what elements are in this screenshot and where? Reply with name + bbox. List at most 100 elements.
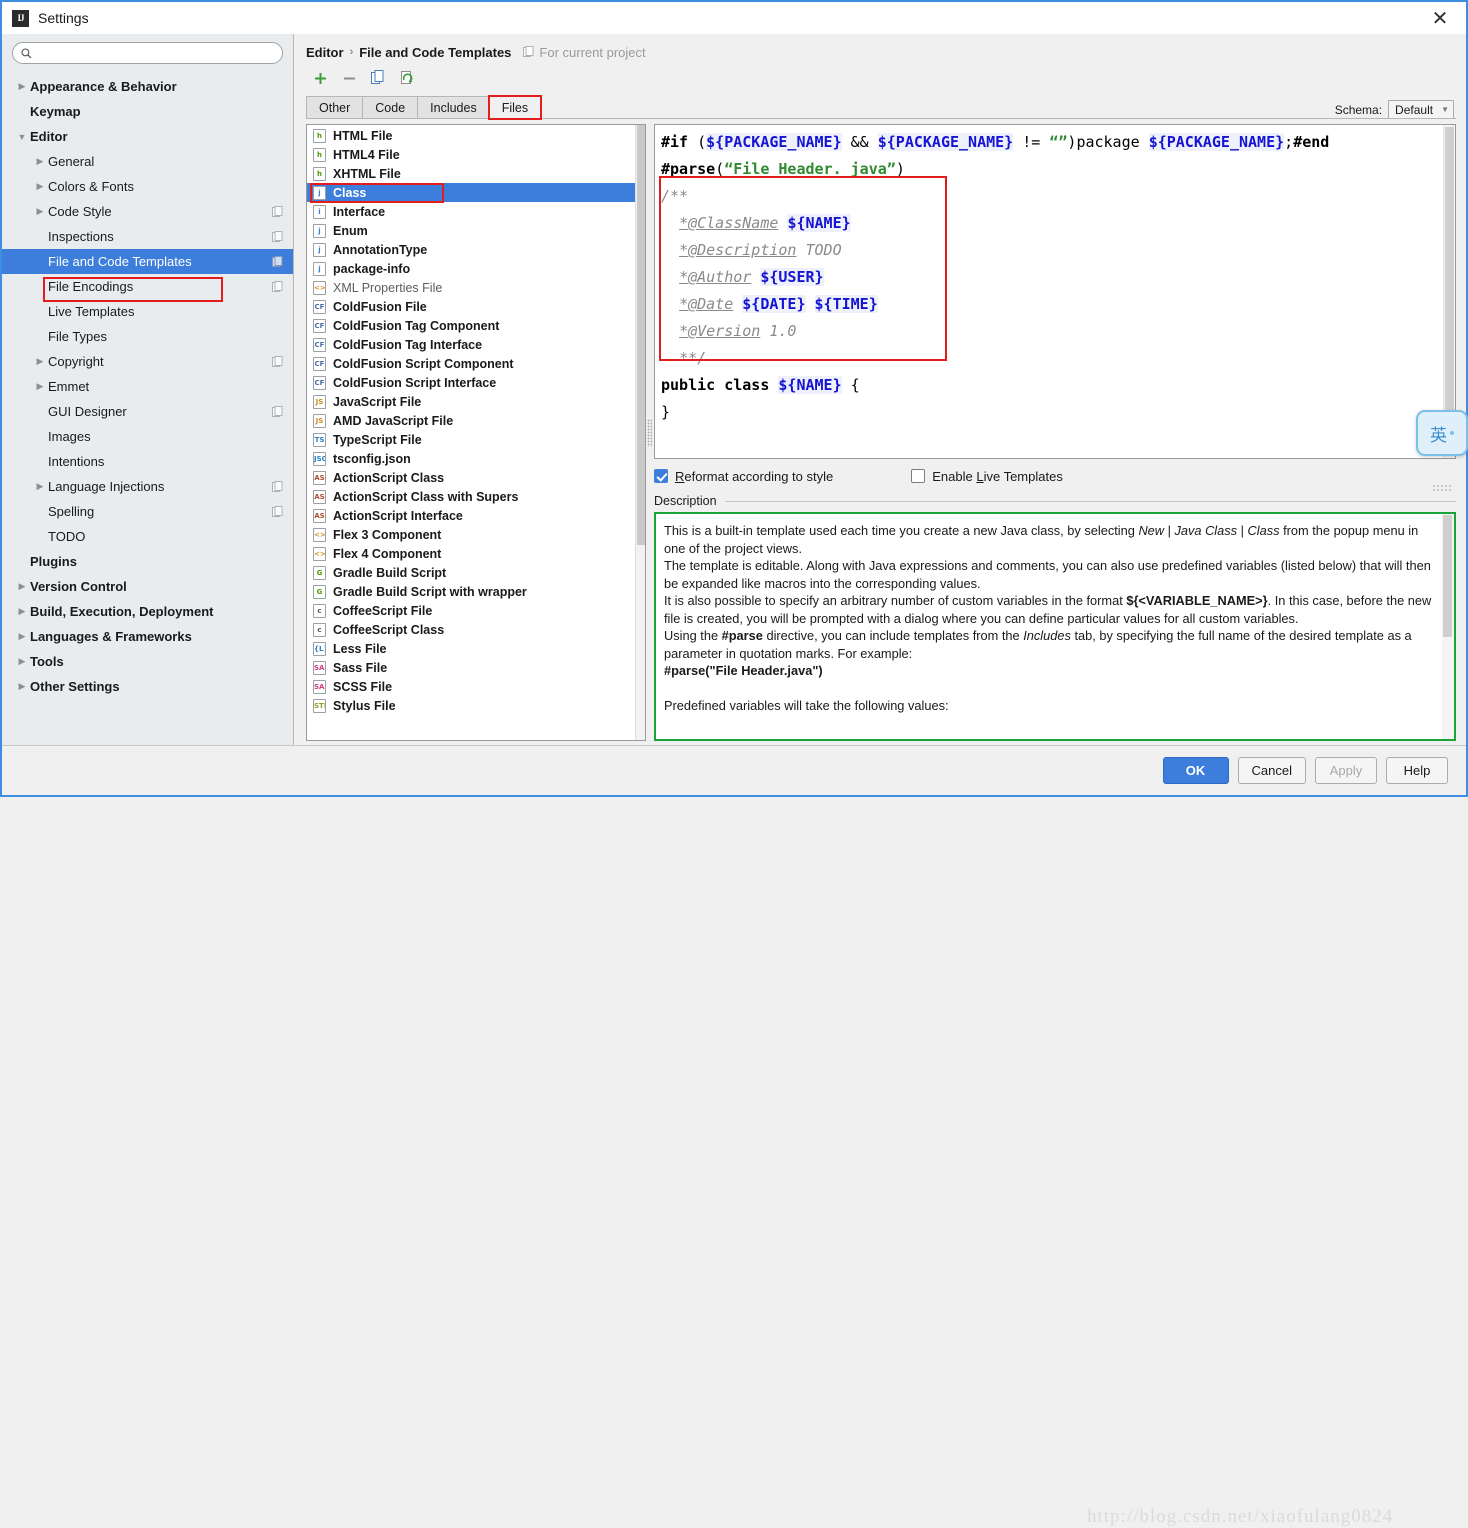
editor-scrollbar[interactable] [1443, 125, 1455, 458]
chevron-right-icon[interactable]: ▶ [14, 581, 30, 592]
sidebar-item-plugins[interactable]: Plugins [2, 549, 293, 574]
breadcrumb-parent[interactable]: Editor [306, 45, 344, 60]
file-template-row[interactable]: <> Flex 4 Component [307, 544, 635, 563]
sidebar-item-build-execution-deployment[interactable]: ▶ Build, Execution, Deployment [2, 599, 293, 624]
sidebar-item-colors-fonts[interactable]: ▶ Colors & Fonts [2, 174, 293, 199]
reset-template-button[interactable] [399, 70, 416, 87]
file-template-row[interactable]: JSON tsconfig.json [307, 449, 635, 468]
file-template-row[interactable]: i Interface [307, 202, 635, 221]
file-template-row[interactable]: SASS Sass File [307, 658, 635, 677]
chevron-right-icon[interactable]: ▶ [32, 206, 48, 217]
file-template-row[interactable]: j package-info [307, 259, 635, 278]
chevron-right-icon[interactable]: ▶ [32, 156, 48, 167]
chevron-right-icon[interactable]: ▶ [14, 631, 30, 642]
file-template-row[interactable]: SASS SCSS File [307, 677, 635, 696]
file-list-scrollbar[interactable] [635, 125, 645, 740]
description-scrollbar[interactable] [1442, 514, 1454, 739]
sidebar-item-images[interactable]: Images [2, 424, 293, 449]
file-template-row[interactable]: JS JavaScript File [307, 392, 635, 411]
file-template-row[interactable]: {L} Less File [307, 639, 635, 658]
sidebar-item-language-injections[interactable]: ▶ Language Injections [2, 474, 293, 499]
sidebar-item-version-control[interactable]: ▶ Version Control [2, 574, 293, 599]
chevron-right-icon[interactable]: ▶ [32, 481, 48, 492]
editor-scrollbar-thumb[interactable] [1445, 127, 1454, 427]
ok-button[interactable]: OK [1162, 757, 1229, 784]
ime-floating-widget[interactable]: 英 [1416, 410, 1468, 456]
file-template-row[interactable]: <> XML Properties File [307, 278, 635, 297]
file-template-row[interactable]: STIL Stylus File [307, 696, 635, 715]
sidebar-item-file-and-code-templates[interactable]: File and Code Templates [2, 249, 293, 274]
description-scrollbar-thumb[interactable] [1443, 515, 1452, 637]
tab-other[interactable]: Other [306, 96, 364, 119]
file-template-row[interactable]: j AnnotationType [307, 240, 635, 259]
file-template-row[interactable]: TS TypeScript File [307, 430, 635, 449]
sidebar-item-intentions[interactable]: Intentions [2, 449, 293, 474]
sidebar-item-inspections[interactable]: Inspections [2, 224, 293, 249]
enable-live-templates-checkbox[interactable]: Enable Live Templates [911, 469, 1063, 484]
file-template-row[interactable]: CF ColdFusion Script Component [307, 354, 635, 373]
sidebar-item-appearance-behavior[interactable]: ▶ Appearance & Behavior [2, 74, 293, 99]
file-template-row[interactable]: AS ActionScript Class with Supers [307, 487, 635, 506]
file-list-scrollbar-thumb[interactable] [637, 125, 645, 545]
search-input[interactable] [37, 45, 274, 61]
chevron-right-icon[interactable]: ▶ [32, 356, 48, 367]
sidebar-item-languages-frameworks[interactable]: ▶ Languages & Frameworks [2, 624, 293, 649]
close-icon[interactable]: ✕ [1420, 3, 1460, 33]
sidebar-item-tools[interactable]: ▶ Tools [2, 649, 293, 674]
chevron-down-icon[interactable]: ▼ [14, 132, 30, 142]
file-template-row[interactable]: h HTML File [307, 126, 635, 145]
sidebar-item-code-style[interactable]: ▶ Code Style [2, 199, 293, 224]
add-template-button[interactable] [312, 70, 329, 87]
tab-files[interactable]: Files [487, 95, 543, 120]
sidebar-item-file-types[interactable]: File Types [2, 324, 293, 349]
copy-template-button[interactable] [370, 70, 387, 87]
help-button[interactable]: Help [1386, 757, 1448, 784]
resize-grip[interactable] [1432, 484, 1452, 491]
file-template-row[interactable]: CF ColdFusion File [307, 297, 635, 316]
file-template-row[interactable]: c CoffeeScript File [307, 601, 635, 620]
file-template-row[interactable]: JS AMD JavaScript File [307, 411, 635, 430]
chevron-right-icon[interactable]: ▶ [14, 606, 30, 617]
tab-label: Other [319, 101, 351, 115]
sidebar-item-spelling[interactable]: Spelling [2, 499, 293, 524]
sidebar-item-file-encodings[interactable]: File Encodings [2, 274, 293, 299]
cancel-button[interactable]: Cancel [1237, 757, 1306, 784]
chevron-right-icon[interactable]: ▶ [14, 656, 30, 667]
file-template-row[interactable]: h HTML4 File [307, 145, 635, 164]
tab-code[interactable]: Code [362, 96, 419, 119]
settings-tree[interactable]: ▶ Appearance & Behavior Keymap ▼ Editor ▶ Gene… [2, 70, 293, 745]
file-template-row[interactable]: G Gradle Build Script with wrapper [307, 582, 635, 601]
file-template-row[interactable]: CF ColdFusion Script Interface [307, 373, 635, 392]
file-template-row[interactable]: G Gradle Build Script [307, 563, 635, 582]
reformat-according-to-style-checkbox[interactable]: Reformat according to style [654, 469, 833, 484]
template-tabs[interactable]: Other Code Includes Files [306, 94, 1456, 120]
sidebar-item-editor[interactable]: ▼ Editor [2, 124, 293, 149]
file-template-row[interactable]: AS ActionScript Interface [307, 506, 635, 525]
sidebar-item-todo[interactable]: TODO [2, 524, 293, 549]
sidebar-item-gui-designer[interactable]: GUI Designer [2, 399, 293, 424]
remove-template-button[interactable] [341, 70, 358, 87]
sidebar-item-emmet[interactable]: ▶ Emmet [2, 374, 293, 399]
sidebar-item-general[interactable]: ▶ General [2, 149, 293, 174]
file-template-row[interactable]: c CoffeeScript Class [307, 620, 635, 639]
file-template-row[interactable]: j Class [307, 183, 635, 202]
file-template-row[interactable]: CF ColdFusion Tag Interface [307, 335, 635, 354]
panel-splitter[interactable] [646, 124, 654, 741]
chevron-right-icon[interactable]: ▶ [32, 381, 48, 392]
file-template-row[interactable]: AS ActionScript Class [307, 468, 635, 487]
sidebar-item-keymap[interactable]: Keymap [2, 99, 293, 124]
chevron-right-icon[interactable]: ▶ [32, 181, 48, 192]
tab-includes[interactable]: Includes [417, 96, 490, 119]
file-template-row[interactable]: h XHTML File [307, 164, 635, 183]
template-code-editor[interactable]: #if (${PACKAGE_NAME} && ${PACKAGE_NAME} … [655, 125, 1443, 458]
sidebar-item-live-templates[interactable]: Live Templates [2, 299, 293, 324]
sidebar-item-other-settings[interactable]: ▶ Other Settings [2, 674, 293, 699]
chevron-right-icon[interactable]: ▶ [14, 681, 30, 692]
file-template-row[interactable]: j Enum [307, 221, 635, 240]
sidebar-item-copyright[interactable]: ▶ Copyright [2, 349, 293, 374]
chevron-right-icon[interactable]: ▶ [14, 81, 30, 92]
file-template-row[interactable]: CF ColdFusion Tag Component [307, 316, 635, 335]
file-template-row[interactable]: <> Flex 3 Component [307, 525, 635, 544]
search-box[interactable] [12, 42, 283, 64]
template-file-list[interactable]: h HTML File h HTML4 File h XHTML File j Class i I… [307, 125, 635, 740]
